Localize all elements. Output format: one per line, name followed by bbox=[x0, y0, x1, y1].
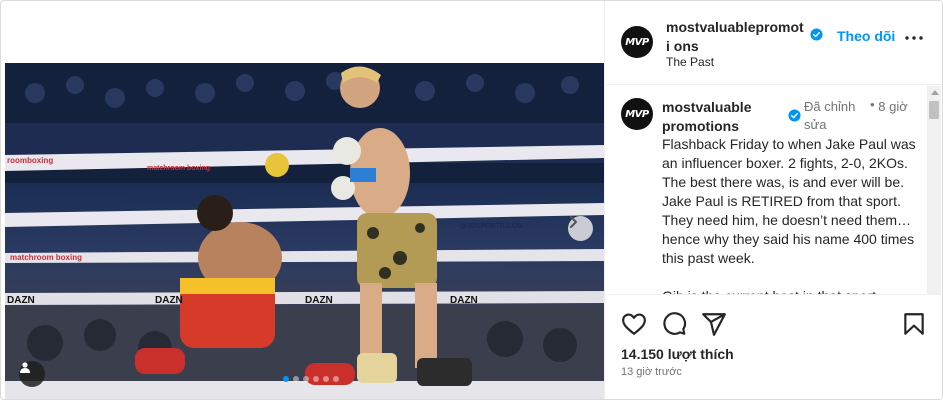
dazn-text-3: DAZN bbox=[305, 295, 333, 306]
dazn-text-2: DAZN bbox=[155, 295, 183, 306]
carousel-dot[interactable] bbox=[333, 376, 339, 382]
scroll-thumb[interactable] bbox=[929, 101, 939, 119]
user-tag-button[interactable] bbox=[19, 361, 45, 387]
verified-badge-icon bbox=[810, 28, 823, 41]
post-header: MVP mostvaluablepromoti ons Theo dõi The… bbox=[605, 1, 942, 85]
carousel-dot[interactable] bbox=[293, 376, 299, 382]
edited-label: Đã chỉnh sửa bbox=[804, 99, 856, 132]
caption-username[interactable]: mostvaluablepromotions bbox=[662, 98, 758, 136]
account-name[interactable]: mostvaluablepromoti ons bbox=[666, 18, 806, 56]
matchroom-center-text: matchroom boxing bbox=[147, 165, 210, 172]
post-timestamp[interactable]: 13 giờ trước bbox=[621, 366, 682, 378]
jdsports-text: @JDSPORTS.COM bbox=[460, 223, 523, 230]
carousel-dots bbox=[283, 376, 339, 382]
dazn-text-4: DAZN bbox=[450, 295, 478, 306]
caption-scrollbar[interactable] bbox=[927, 86, 941, 294]
post-modal: roomboxing matchroom boxing matchroom bo… bbox=[0, 0, 943, 400]
post-photo[interactable]: roomboxing matchroom boxing matchroom bo… bbox=[5, 63, 604, 399]
bookmark-icon[interactable] bbox=[901, 311, 927, 337]
carousel-dot[interactable] bbox=[323, 376, 329, 382]
caption-area: MVP mostvaluablepromotions Đã chỉnh sửa … bbox=[605, 86, 927, 294]
caption-avatar[interactable]: MVP bbox=[621, 98, 653, 130]
account-avatar[interactable]: MVP bbox=[621, 26, 653, 58]
meta-separator: • bbox=[870, 97, 875, 112]
carousel-dot[interactable] bbox=[303, 376, 309, 382]
caption-avatar-logo-text: MVP bbox=[625, 108, 649, 120]
like-count[interactable]: 14.150 lượt thích bbox=[621, 346, 734, 362]
more-options-icon[interactable] bbox=[905, 36, 923, 40]
share-icon[interactable] bbox=[701, 311, 727, 337]
avatar-logo-text: MVP bbox=[625, 36, 649, 48]
chevron-right-icon bbox=[570, 216, 577, 228]
comment-icon[interactable] bbox=[661, 311, 687, 337]
verified-badge-icon bbox=[788, 109, 801, 122]
matchroom-left-text: roomboxing bbox=[7, 156, 53, 165]
scroll-up-arrow-icon[interactable] bbox=[931, 90, 939, 95]
user-tag-icon bbox=[20, 362, 30, 373]
carousel-next-button[interactable] bbox=[568, 216, 593, 241]
caption-text: Flashback Friday to when Jake Paul was a… bbox=[662, 136, 916, 294]
dazn-text-1: DAZN bbox=[7, 295, 35, 306]
post-media: roomboxing matchroom boxing matchroom bo… bbox=[5, 1, 604, 399]
carousel-dot[interactable] bbox=[283, 376, 289, 382]
heart-icon[interactable] bbox=[621, 311, 647, 337]
matchroom-lower-text: matchroom boxing bbox=[10, 253, 82, 262]
follow-button[interactable]: Theo dõi bbox=[837, 28, 895, 44]
post-actions: 14.150 lượt thích 13 giờ trước bbox=[605, 294, 942, 399]
caption-timestamp[interactable]: 8 giờ bbox=[878, 98, 908, 116]
carousel-dot[interactable] bbox=[313, 376, 319, 382]
post-location[interactable]: The Past bbox=[666, 55, 714, 69]
post-side-panel: MVP mostvaluablepromoti ons Theo dõi The… bbox=[604, 1, 942, 399]
boxing-photo-illustration: roomboxing matchroom boxing matchroom bo… bbox=[5, 63, 604, 399]
